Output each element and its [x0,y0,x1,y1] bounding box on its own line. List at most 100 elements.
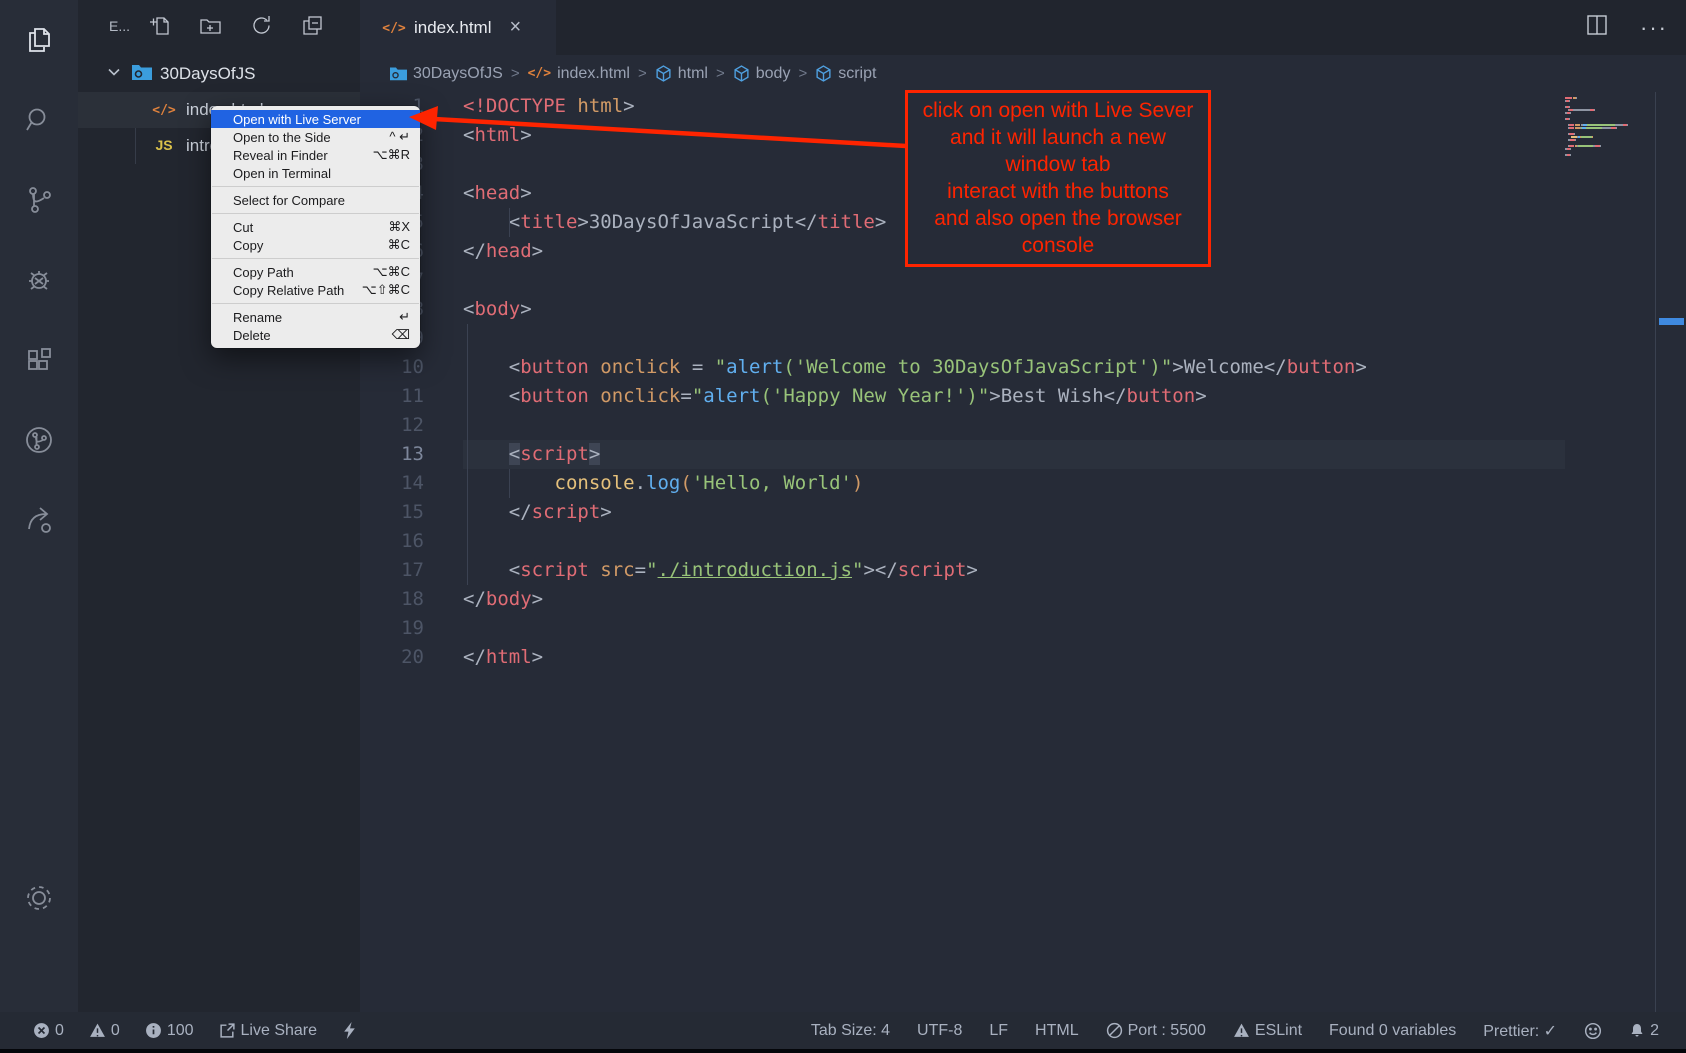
window-bottom-edge [0,1049,1686,1053]
eslint-status[interactable]: ESLint [1224,1022,1311,1040]
code-line-10[interactable]: 10 <button onclick = "alert('Welcome to … [360,353,1565,382]
error-icon [33,1022,50,1039]
share-arrow-icon[interactable] [0,480,78,560]
line-number: 12 [360,411,424,440]
menu-item-copy[interactable]: Copy⌘C [211,236,420,254]
port-slash-icon [1106,1022,1123,1039]
new-file-icon[interactable] [148,14,171,42]
code-line-11[interactable]: 11 <button onclick="alert('Happy New Yea… [360,382,1565,411]
lightning-icon [342,1022,357,1039]
refresh-icon[interactable] [250,14,273,42]
found-variables-status[interactable]: Found 0 variables [1320,1022,1465,1040]
minimap[interactable] [1565,97,1653,157]
root-folder-label: 30DaysOfJS [160,64,255,84]
line-number: 13 [360,440,424,469]
bell-icon [1629,1022,1645,1039]
folder-row-30daysofjs[interactable]: 30DaysOfJS [78,58,360,90]
tab-size-status[interactable]: Tab Size: 4 [802,1022,899,1040]
tab-index-html[interactable]: </> index.html × [360,0,556,55]
menu-item-cut[interactable]: Cut⌘X [211,218,420,236]
menu-item-copy-relative-path[interactable]: Copy Relative Path⌥⇧⌘C [211,281,420,299]
menu-separator [212,303,419,304]
context-menu: Open with Live Server Open to the Side^ … [211,106,420,348]
explorer-icon[interactable] [0,0,78,80]
collapse-all-icon[interactable] [301,14,324,42]
js-file-icon: JS [150,137,178,155]
breadcrumb-item-folder[interactable]: 30DaysOfJS [390,65,503,83]
code-line-20[interactable]: 20</html> [360,643,1565,672]
symbol-cube-icon [733,65,750,82]
language-mode-status[interactable]: HTML [1026,1022,1088,1040]
code-line-18[interactable]: 18</body> [360,585,1565,614]
activity-bar [0,0,78,1012]
notifications-bell[interactable]: 2 [1620,1022,1668,1040]
folder-icon [132,63,152,86]
code-line-8[interactable]: 8<body> [360,295,1565,324]
code-line-14[interactable]: 14 console.log('Hello, World') [360,469,1565,498]
breadcrumb-item-html[interactable]: html [655,65,708,83]
menu-item-open-in-terminal[interactable]: Open in Terminal [211,164,420,182]
indent-guide [509,469,510,498]
run-debug-icon[interactable] [0,240,78,320]
menu-item-open-with-live-server[interactable]: Open with Live Server [211,110,420,128]
breadcrumb-separator: > [511,65,520,82]
code-line-15[interactable]: 15 </script> [360,498,1565,527]
explorer-title: E... [109,18,130,34]
annotation-note: click on open with Live Sever and it wil… [905,90,1211,267]
symbol-cube-icon [815,65,832,82]
warnings-status[interactable]: 0 [80,1022,129,1040]
prettier-status[interactable]: Prettier: ✓ [1474,1021,1566,1041]
code-line-13[interactable]: 13 <script> [360,440,1565,469]
breadcrumb-separator: > [716,65,725,82]
line-number: 14 [360,469,424,498]
breadcrumb-item-body[interactable]: body [733,65,791,83]
encoding-status[interactable]: UTF-8 [908,1022,971,1040]
breadcrumb: 30DaysOfJS > </> index.html > html > bod… [360,55,1686,92]
errors-status[interactable]: 0 [24,1022,73,1040]
close-tab-icon[interactable]: × [509,16,521,39]
menu-item-select-for-compare[interactable]: Select for Compare [211,191,420,209]
warning-icon [1233,1022,1250,1039]
symbol-cube-icon [655,65,672,82]
menu-item-rename[interactable]: Rename↵ [211,308,420,326]
menu-item-open-to-the-side[interactable]: Open to the Side^ ↵ [211,128,420,146]
smiley-icon [1584,1022,1602,1040]
menu-item-copy-path[interactable]: Copy Path⌥⌘C [211,263,420,281]
search-icon[interactable] [0,80,78,160]
code-line-12[interactable]: 12 [360,411,1565,440]
lightning-button[interactable] [333,1022,366,1039]
breadcrumb-item-script[interactable]: script [815,65,876,83]
code-line-7[interactable]: 7 [360,266,1565,295]
new-folder-icon[interactable] [199,14,222,42]
line-number: 11 [360,382,424,411]
line-number: 19 [360,614,424,643]
menu-item-reveal-in-finder[interactable]: Reveal in Finder⌥⌘R [211,146,420,164]
line-number: 18 [360,585,424,614]
overview-ruler-marker [1659,318,1684,325]
scrollbar[interactable] [1655,92,1686,1012]
feedback-smiley-button[interactable] [1575,1022,1611,1040]
breadcrumb-separator: > [638,65,647,82]
live-server-port-status[interactable]: Port : 5500 [1097,1022,1215,1040]
info-status[interactable]: 100 [136,1022,203,1040]
line-number: 16 [360,527,424,556]
menu-separator [212,186,419,187]
live-share-button[interactable]: Live Share [210,1022,327,1040]
menu-item-delete[interactable]: Delete⌫ [211,326,420,344]
live-share-icon [219,1022,236,1039]
circle-branch-icon[interactable] [0,400,78,480]
code-line-19[interactable]: 19 [360,614,1565,643]
chevron-down-icon [106,64,122,85]
settings-gear-icon[interactable] [0,858,78,938]
code-line-9[interactable]: 9 [360,324,1565,353]
line-number: 10 [360,353,424,382]
extensions-icon[interactable] [0,320,78,400]
more-actions-icon[interactable]: ··· [1640,23,1668,33]
html-file-icon: </> [150,101,178,119]
split-editor-icon[interactable] [1584,12,1610,43]
breadcrumb-item-file[interactable]: </> index.html [528,65,630,83]
eol-status[interactable]: LF [980,1022,1017,1040]
code-line-16[interactable]: 16 [360,527,1565,556]
source-control-icon[interactable] [0,160,78,240]
code-line-17[interactable]: 17 <script src="./introduction.js"></scr… [360,556,1565,585]
